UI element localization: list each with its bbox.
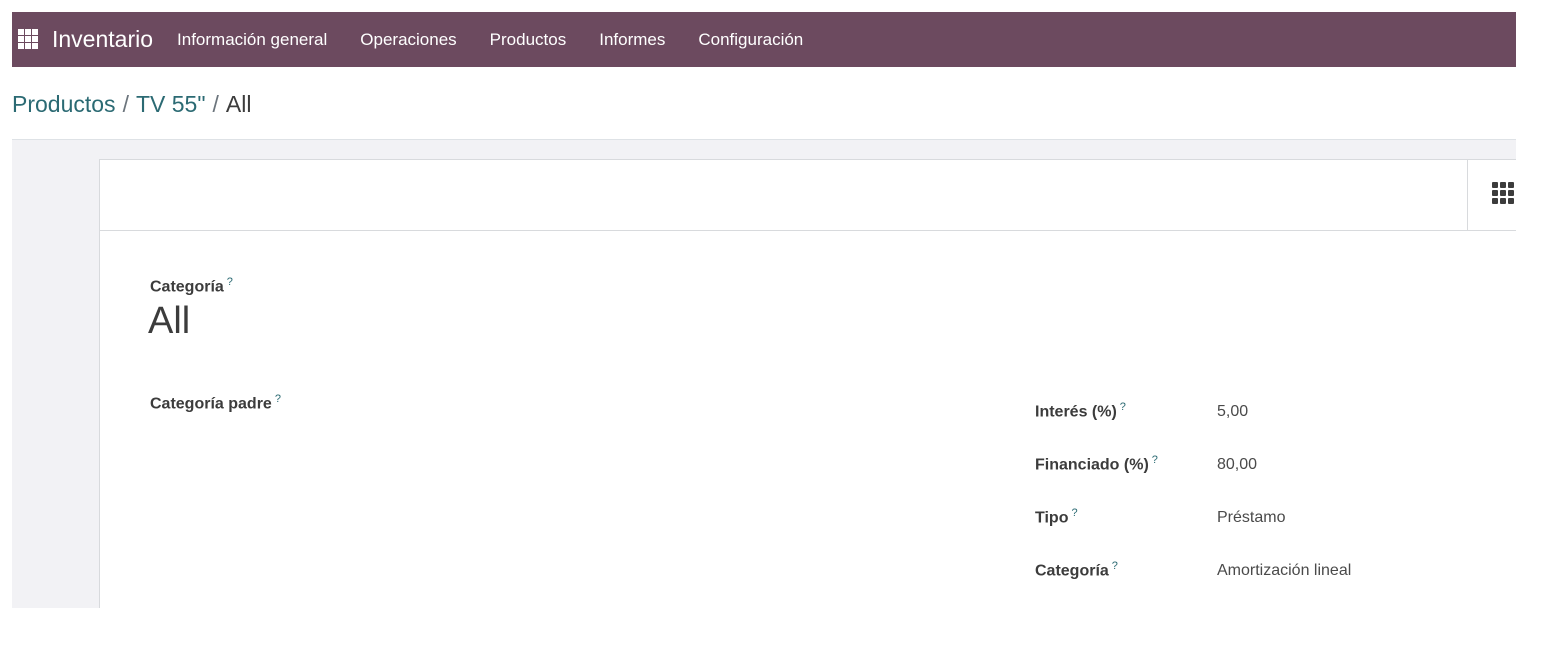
menu-informes[interactable]: Informes — [599, 30, 665, 50]
field-financiado-label: Financiado (%)? — [1035, 454, 1158, 474]
breadcrumb-productos[interactable]: Productos — [12, 91, 116, 117]
field-interes-label: Interés (%)? — [1035, 401, 1126, 421]
parent-category-label-text: Categoría padre — [150, 395, 272, 413]
parent-category-label: Categoría padre? — [150, 393, 281, 413]
field-interes: Interés (%)? 5,00 — [1035, 401, 1455, 427]
app-brand[interactable]: Inventario — [52, 26, 153, 53]
menu-configuracion[interactable]: Configuración — [698, 30, 803, 50]
category-name[interactable]: All — [148, 300, 190, 343]
apps-grid-icon[interactable] — [18, 28, 40, 51]
form-view: Categoría? All Categoría padre? Interés … — [12, 140, 1516, 608]
help-tooltip[interactable]: ? — [1112, 560, 1118, 572]
breadcrumb-separator: / — [122, 91, 129, 117]
app-window: Inventario Información general Operacion… — [12, 12, 1516, 608]
breadcrumb: Productos / TV 55" / All — [12, 91, 251, 118]
breadcrumb-tv-55[interactable]: TV 55" — [136, 91, 206, 117]
help-tooltip[interactable]: ? — [1120, 401, 1126, 413]
field-interes-value[interactable]: 5,00 — [1217, 403, 1248, 421]
top-navbar: Inventario Información general Operacion… — [12, 12, 1516, 67]
menu-productos[interactable]: Productos — [490, 30, 567, 50]
menu-informacion-general[interactable]: Información general — [177, 30, 327, 50]
field-categoria-value[interactable]: Amortización lineal — [1217, 562, 1351, 580]
breadcrumb-separator: / — [212, 91, 219, 117]
field-tipo-label-text: Tipo — [1035, 509, 1069, 527]
help-tooltip[interactable]: ? — [1071, 507, 1077, 519]
field-categoria: Categoría? Amortización lineal — [1035, 560, 1455, 586]
field-financiado-value[interactable]: 80,00 — [1217, 456, 1257, 474]
menu-operaciones[interactable]: Operaciones — [360, 30, 456, 50]
field-interes-label-text: Interés (%) — [1035, 403, 1117, 421]
form-sheet: Categoría? All Categoría padre? Interés … — [99, 159, 1516, 608]
field-categoria-label-text: Categoría — [1035, 562, 1109, 580]
button-box — [100, 160, 1516, 231]
more-button-box — [1467, 160, 1516, 230]
help-tooltip[interactable]: ? — [275, 393, 281, 405]
field-financiado: Financiado (%)? 80,00 — [1035, 454, 1455, 480]
field-tipo: Tipo? Préstamo — [1035, 507, 1455, 533]
field-financiado-label-text: Financiado (%) — [1035, 456, 1149, 474]
control-panel: Productos / TV 55" / All — [12, 67, 1516, 140]
breadcrumb-current: All — [225, 91, 252, 117]
field-tipo-value[interactable]: Préstamo — [1217, 509, 1285, 527]
category-title-label: Categoría? — [150, 276, 233, 296]
field-categoria-label: Categoría? — [1035, 560, 1118, 580]
category-title-label-text: Categoría — [150, 278, 224, 296]
grid-icon[interactable] — [1492, 182, 1514, 204]
help-tooltip[interactable]: ? — [1152, 454, 1158, 466]
field-tipo-label: Tipo? — [1035, 507, 1078, 527]
help-tooltip[interactable]: ? — [227, 276, 233, 288]
